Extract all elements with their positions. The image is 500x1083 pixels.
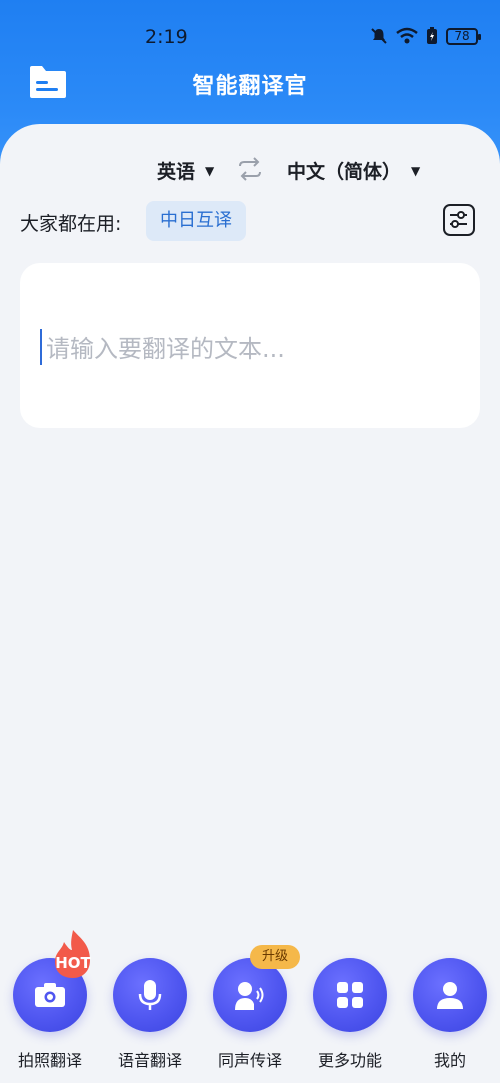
nav-mine-circle xyxy=(413,958,487,1032)
caret-down-icon: ▼ xyxy=(411,163,421,178)
upgrade-badge: 升级 xyxy=(250,945,301,969)
hot-badge-label: HOT xyxy=(55,954,91,972)
input-placeholder: 请输入要翻译的文本... xyxy=(46,335,285,363)
common-translations-row: 大家都在用: 中日互译 xyxy=(20,201,480,241)
status-time: 2:19 xyxy=(145,26,188,48)
text-cursor xyxy=(40,329,42,365)
nav-voice-circle xyxy=(113,958,187,1032)
status-bar: 2:19 78 xyxy=(0,0,500,50)
microphone-icon xyxy=(138,980,162,1010)
language-bar: 英语 ▼ 中文（简体） ▼ xyxy=(0,155,500,185)
common-label: 大家都在用: xyxy=(20,213,122,235)
nav-mine[interactable]: 我的 xyxy=(400,950,500,1083)
camera-icon xyxy=(35,983,65,1007)
source-language-label: 英语 xyxy=(157,161,196,183)
sliders-icon xyxy=(450,211,467,228)
mute-bell-icon xyxy=(371,28,387,44)
nav-label: 同声传译 xyxy=(217,1051,282,1070)
title-bar: 智能翻译官 xyxy=(0,60,500,106)
nav-photo-translate[interactable]: HOT 拍照翻译 xyxy=(0,930,100,1083)
nav-simul-circle xyxy=(213,958,287,1032)
nav-more-circle xyxy=(313,958,387,1032)
grid-icon xyxy=(337,982,363,1008)
nav-label: 语音翻译 xyxy=(117,1051,182,1070)
user-icon xyxy=(437,982,463,1009)
caret-down-icon: ▼ xyxy=(205,163,215,178)
target-language-select[interactable]: 中文（简体） ▼ xyxy=(287,157,420,184)
bottom-nav: HOT 拍照翻译 语音翻译 升级 同声传译 更多功能 我的 xyxy=(0,930,500,1083)
translate-input[interactable]: 请输入要翻译的文本... xyxy=(20,263,480,428)
nav-simultaneous-interpretation[interactable]: 升级 同声传译 xyxy=(200,945,301,1083)
nav-more-features[interactable]: 更多功能 xyxy=(300,950,400,1083)
nav-label: 更多功能 xyxy=(317,1051,382,1070)
swap-icon xyxy=(239,157,261,181)
battery-saver-icon xyxy=(427,27,437,44)
battery-indicator: 78 xyxy=(446,27,481,45)
nav-label: 拍照翻译 xyxy=(17,1051,82,1070)
status-icons: 78 xyxy=(370,27,481,45)
app-title: 智能翻译官 xyxy=(192,74,308,99)
target-language-label: 中文（简体） xyxy=(287,161,402,183)
wifi-icon xyxy=(396,27,418,44)
swap-languages-button[interactable] xyxy=(236,157,264,181)
nav-label: 我的 xyxy=(433,1051,466,1070)
speaker-person-icon xyxy=(235,982,264,1010)
chip-zh-ja[interactable]: 中日互译 xyxy=(146,201,246,241)
filter-settings-button[interactable] xyxy=(443,204,475,236)
source-language-select[interactable]: 英语 ▼ xyxy=(157,157,214,184)
nav-voice-translate[interactable]: 语音翻译 xyxy=(100,950,200,1083)
